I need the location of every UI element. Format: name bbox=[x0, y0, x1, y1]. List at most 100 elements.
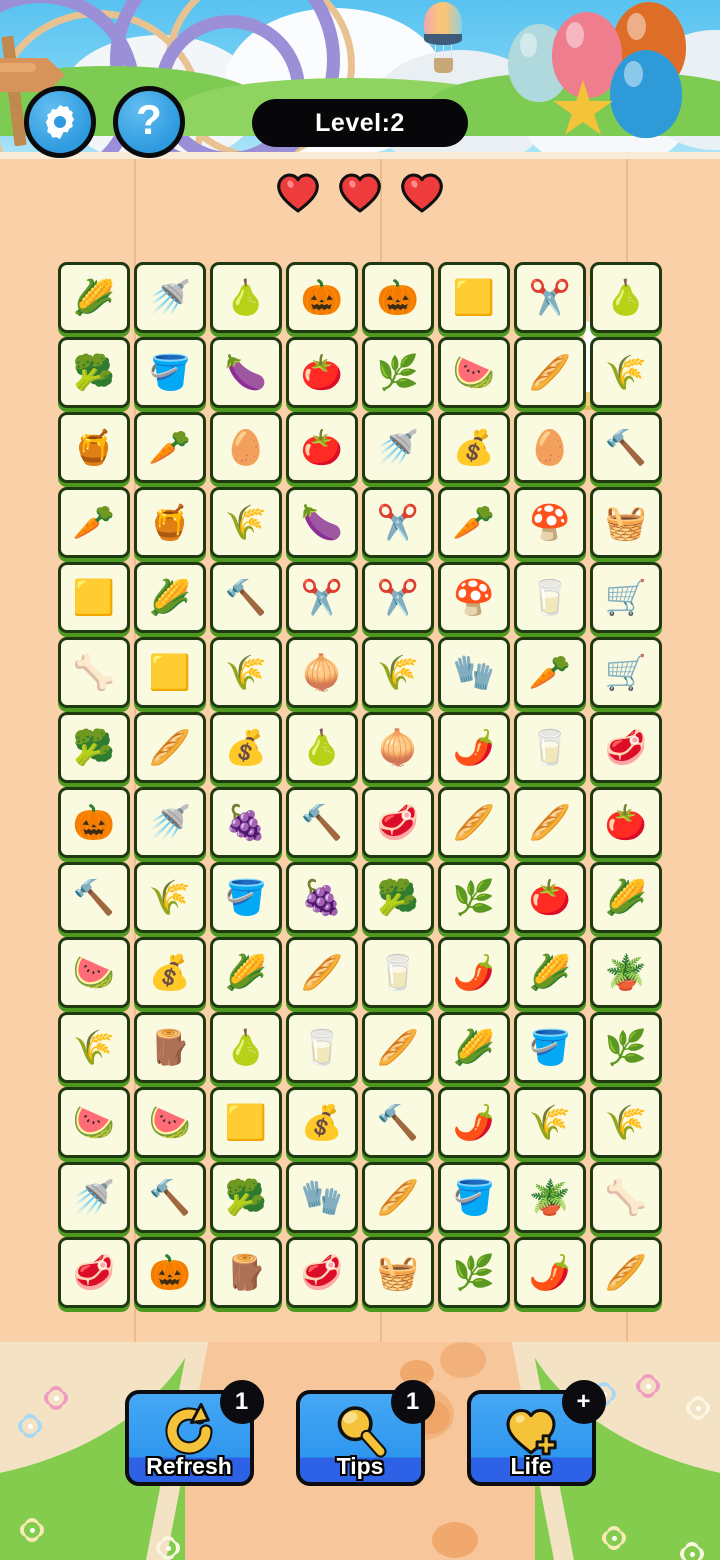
board-tile-milk[interactable]: 🥛 bbox=[286, 1012, 358, 1083]
board-tile-potted-plant[interactable]: 🪴 bbox=[590, 937, 662, 1008]
board-tile-watering-can[interactable]: 🚿 bbox=[134, 787, 206, 858]
board-tile-grass[interactable]: 🌿 bbox=[438, 862, 510, 933]
board-tile-tomato[interactable]: 🍅 bbox=[514, 862, 586, 933]
board-tile-watering-can[interactable]: 🚿 bbox=[134, 262, 206, 333]
board-tile-meat[interactable]: 🥩 bbox=[58, 1237, 130, 1308]
board-tile-shovel[interactable]: 🔨 bbox=[58, 862, 130, 933]
board-tile-bucket[interactable]: 🪣 bbox=[514, 1012, 586, 1083]
board-tile-chili[interactable]: 🌶️ bbox=[514, 1237, 586, 1308]
board-tile-bucket[interactable]: 🪣 bbox=[438, 1162, 510, 1233]
refresh-button[interactable]: 1 Refresh bbox=[124, 1380, 264, 1486]
board-tile-bone[interactable]: 🦴 bbox=[58, 637, 130, 708]
board-tile-wheat[interactable]: 🌾 bbox=[58, 1012, 130, 1083]
board-tile-onion[interactable]: 🧅 bbox=[362, 712, 434, 783]
board-tile-eggplant[interactable]: 🍆 bbox=[286, 487, 358, 558]
board-tile-glove[interactable]: 🧤 bbox=[286, 1162, 358, 1233]
board-tile-wheat[interactable]: 🌾 bbox=[362, 637, 434, 708]
board-tile-wheat[interactable]: 🌾 bbox=[514, 1087, 586, 1158]
board-tile-wheelbarrow[interactable]: 🛒 bbox=[590, 562, 662, 633]
board-tile-pumpkin[interactable]: 🎃 bbox=[134, 1237, 206, 1308]
board-tile-wheat[interactable]: 🌾 bbox=[134, 862, 206, 933]
board-tile-shovel[interactable]: 🔨 bbox=[362, 1087, 434, 1158]
board-tile-seed-bag[interactable]: 💰 bbox=[134, 937, 206, 1008]
board-tile-chili[interactable]: 🌶️ bbox=[438, 1087, 510, 1158]
board-tile-mushroom[interactable]: 🍄 bbox=[514, 487, 586, 558]
board-tile-corn[interactable]: 🌽 bbox=[590, 862, 662, 933]
board-tile-corn[interactable]: 🌽 bbox=[134, 562, 206, 633]
board-tile-pumpkin[interactable]: 🎃 bbox=[362, 262, 434, 333]
board-tile-watering-can[interactable]: 🚿 bbox=[58, 1162, 130, 1233]
board-tile-bucket[interactable]: 🪣 bbox=[210, 862, 282, 933]
board-tile-bucket[interactable]: 🪣 bbox=[134, 337, 206, 408]
board-tile-chili[interactable]: 🌶️ bbox=[438, 712, 510, 783]
board-tile-tomato[interactable]: 🍅 bbox=[286, 412, 358, 483]
board-tile-basket[interactable]: 🧺 bbox=[362, 1237, 434, 1308]
board-tile-wheat[interactable]: 🌾 bbox=[590, 1087, 662, 1158]
board-tile-logs[interactable]: 🪵 bbox=[134, 1012, 206, 1083]
board-tile-carrot[interactable]: 🥕 bbox=[58, 487, 130, 558]
board-tile-bread[interactable]: 🥖 bbox=[362, 1012, 434, 1083]
board-tile-bread[interactable]: 🥖 bbox=[286, 937, 358, 1008]
board-tile-bread[interactable]: 🥖 bbox=[514, 787, 586, 858]
board-tile-carrot[interactable]: 🥕 bbox=[134, 412, 206, 483]
board-tile-shovel[interactable]: 🔨 bbox=[134, 1162, 206, 1233]
board-tile-grapes[interactable]: 🍇 bbox=[286, 862, 358, 933]
board-tile-bread[interactable]: 🥖 bbox=[514, 337, 586, 408]
board-tile-wheat[interactable]: 🌾 bbox=[590, 337, 662, 408]
board-tile-bread[interactable]: 🥖 bbox=[438, 787, 510, 858]
board-tile-seed-bag[interactable]: 💰 bbox=[210, 712, 282, 783]
board-tile-wheat[interactable]: 🌾 bbox=[210, 487, 282, 558]
board-tile-watermelon[interactable]: 🍉 bbox=[58, 937, 130, 1008]
board-tile-carrot[interactable]: 🥕 bbox=[438, 487, 510, 558]
board-tile-bread[interactable]: 🥖 bbox=[134, 712, 206, 783]
board-tile-meat[interactable]: 🥩 bbox=[286, 1237, 358, 1308]
board-tile-basket[interactable]: 🧺 bbox=[590, 487, 662, 558]
board-tile-tomato[interactable]: 🍅 bbox=[286, 337, 358, 408]
board-tile-hay-bale[interactable]: 🟨 bbox=[58, 562, 130, 633]
board-tile-hay-bale[interactable]: 🟨 bbox=[134, 637, 206, 708]
settings-button[interactable] bbox=[24, 86, 96, 158]
board-tile-mushroom[interactable]: 🍄 bbox=[438, 562, 510, 633]
board-tile-corn[interactable]: 🌽 bbox=[514, 937, 586, 1008]
board-tile-scissors[interactable]: ✂️ bbox=[362, 487, 434, 558]
board-tile-scissors[interactable]: ✂️ bbox=[362, 562, 434, 633]
board-tile-seed-bag[interactable]: 💰 bbox=[286, 1087, 358, 1158]
board-tile-onion[interactable]: 🧅 bbox=[286, 637, 358, 708]
board-tile-meat[interactable]: 🥩 bbox=[362, 787, 434, 858]
board-tile-wheat[interactable]: 🌾 bbox=[210, 637, 282, 708]
board-tile-corn[interactable]: 🌽 bbox=[58, 262, 130, 333]
board-tile-bread[interactable]: 🥖 bbox=[362, 1162, 434, 1233]
board-tile-milk[interactable]: 🥛 bbox=[514, 562, 586, 633]
board-tile-pear[interactable]: 🍐 bbox=[286, 712, 358, 783]
board-tile-pumpkin[interactable]: 🎃 bbox=[58, 787, 130, 858]
board-tile-pear[interactable]: 🍐 bbox=[210, 262, 282, 333]
board-tile-bread[interactable]: 🥖 bbox=[590, 1237, 662, 1308]
board-tile-logs[interactable]: 🪵 bbox=[210, 1237, 282, 1308]
board-tile-glove[interactable]: 🧤 bbox=[438, 637, 510, 708]
board-tile-watermelon[interactable]: 🍉 bbox=[134, 1087, 206, 1158]
board-tile-shovel[interactable]: 🔨 bbox=[286, 787, 358, 858]
board-tile-bone[interactable]: 🦴 bbox=[590, 1162, 662, 1233]
board-tile-corn[interactable]: 🌽 bbox=[210, 937, 282, 1008]
board-tile-shovel[interactable]: 🔨 bbox=[590, 412, 662, 483]
board-tile-potted-plant[interactable]: 🪴 bbox=[514, 1162, 586, 1233]
board-tile-milk[interactable]: 🥛 bbox=[362, 937, 434, 1008]
board-tile-scissors[interactable]: ✂️ bbox=[286, 562, 358, 633]
board-tile-beehive[interactable]: 🍯 bbox=[134, 487, 206, 558]
board-tile-pear[interactable]: 🍐 bbox=[210, 1012, 282, 1083]
board-tile-grass[interactable]: 🌿 bbox=[362, 337, 434, 408]
board-tile-seed-bag[interactable]: 💰 bbox=[438, 412, 510, 483]
board-tile-eggplant[interactable]: 🍆 bbox=[210, 337, 282, 408]
board-tile-meat[interactable]: 🥩 bbox=[590, 712, 662, 783]
board-tile-wheelbarrow[interactable]: 🛒 bbox=[590, 637, 662, 708]
board-tile-chili[interactable]: 🌶️ bbox=[438, 937, 510, 1008]
board-tile-tomato[interactable]: 🍅 bbox=[590, 787, 662, 858]
board-tile-hay-bale[interactable]: 🟨 bbox=[438, 262, 510, 333]
board-tile-grapes[interactable]: 🍇 bbox=[210, 787, 282, 858]
board-tile-egg[interactable]: 🥚 bbox=[210, 412, 282, 483]
tips-button[interactable]: 1 Tips bbox=[295, 1380, 435, 1486]
board-tile-watering-can[interactable]: 🚿 bbox=[362, 412, 434, 483]
board-tile-grass[interactable]: 🌿 bbox=[590, 1012, 662, 1083]
board-tile-milk[interactable]: 🥛 bbox=[514, 712, 586, 783]
board-tile-cauliflower[interactable]: 🥦 bbox=[58, 712, 130, 783]
